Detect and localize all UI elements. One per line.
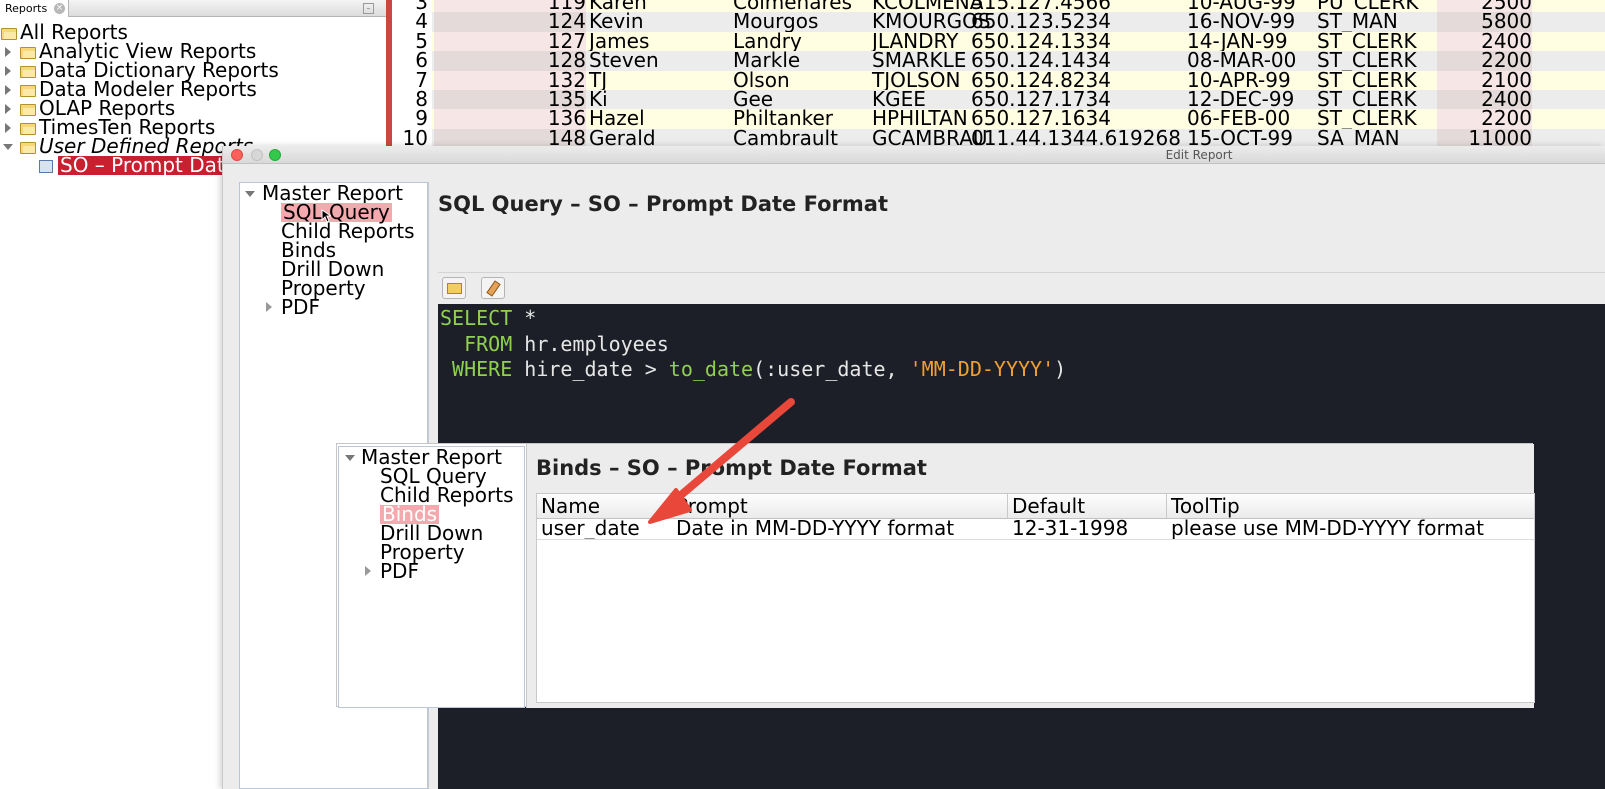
annotation-arrow <box>648 398 795 524</box>
screen: Reports × – All Reports Analytic View Re… <box>0 0 1605 789</box>
